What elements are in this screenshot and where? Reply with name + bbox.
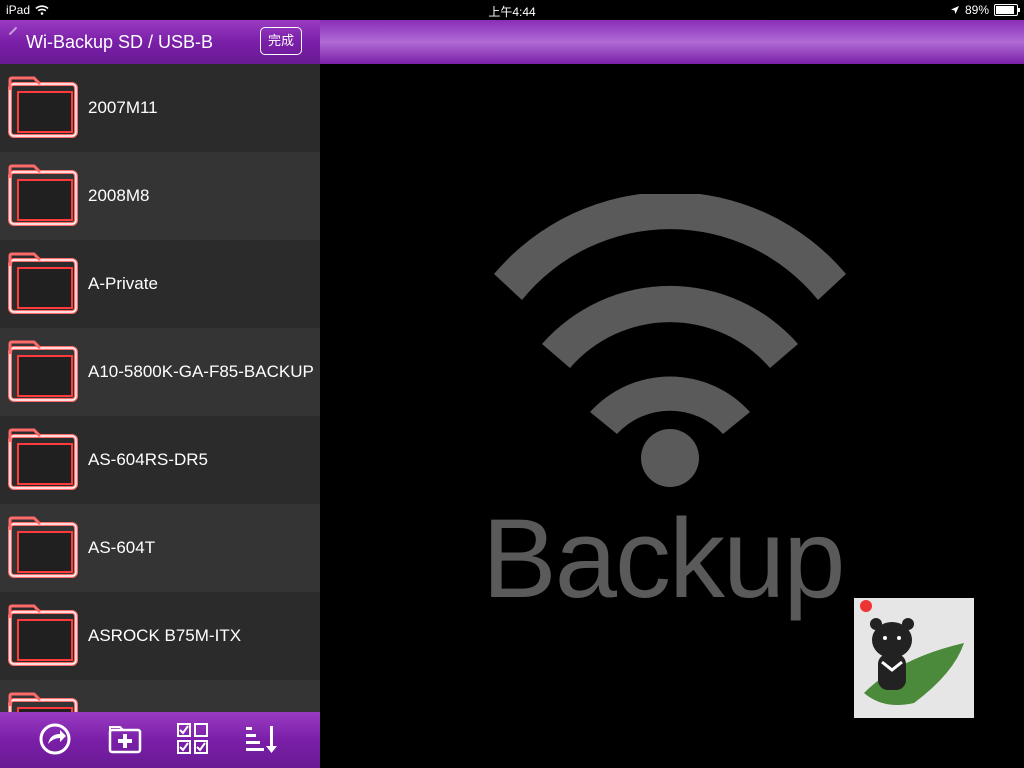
folder-icon — [8, 604, 78, 666]
sidebar-toolbar — [0, 712, 320, 768]
file-list: 2007M11 2008M8 A-Private A10-5800K-GA-F8… — [0, 64, 320, 712]
folder-icon — [8, 428, 78, 490]
file-item[interactable]: A-Private — [0, 240, 320, 328]
folder-icon — [8, 516, 78, 578]
file-name: ASROCK B75M-ITX — [88, 626, 242, 645]
sidebar-header: Wi-Backup SD / USB-B 完成 — [0, 20, 320, 64]
battery-percentage: 89% — [964, 3, 989, 17]
bear-watermark-icon — [854, 598, 974, 718]
folder-icon — [8, 692, 78, 712]
file-item[interactable]: A10-5800K-GA-F85-BACKUP — [0, 328, 320, 416]
file-name: A10-5800K-GA-F85-BACKUP — [88, 362, 314, 381]
done-button[interactable]: 完成 — [260, 27, 302, 55]
battery-fill — [996, 6, 1014, 14]
folder-icon — [8, 340, 78, 402]
multi-select-icon[interactable] — [176, 722, 210, 756]
content-area: Backup — [320, 64, 1024, 768]
sidebar-title: Wi-Backup SD / USB-B — [26, 32, 214, 52]
folder-icon — [8, 252, 78, 314]
status-right: 89% — [950, 3, 1020, 17]
location-arrow-icon — [950, 6, 959, 14]
edit-pencil-icon — [8, 26, 18, 36]
share-icon[interactable] — [38, 722, 72, 756]
file-name: 2007M11 — [88, 98, 158, 117]
sort-icon[interactable] — [244, 722, 278, 756]
status-bar: iPad 上午4:44 89% — [0, 0, 1024, 20]
file-item[interactable]: ASROCK B75M-ITX — [0, 592, 320, 680]
folder-icon — [8, 164, 78, 226]
folder-icon — [8, 76, 78, 138]
new-folder-icon[interactable] — [108, 722, 142, 756]
file-item[interactable]: 2007M11 — [0, 64, 320, 152]
file-item[interactable]: AS-604RS-DR5 — [0, 416, 320, 504]
file-name: AS-604T — [88, 538, 156, 557]
battery-icon — [994, 4, 1020, 16]
file-name: AS-604RS-DR5 — [88, 450, 208, 469]
file-item[interactable]: AS-604T — [0, 504, 320, 592]
status-time: 上午4:44 — [488, 5, 536, 19]
content-header-bar — [320, 20, 1024, 64]
file-name: 2008M8 — [88, 186, 150, 205]
sidebar: Wi-Backup SD / USB-B 完成 2007M11 2008M8 A… — [0, 20, 320, 768]
wifi-backup-logo-icon — [494, 194, 846, 487]
file-name: A-Private — [88, 274, 158, 293]
backup-logo-text: Backup — [482, 496, 846, 621]
file-item[interactable] — [0, 680, 320, 712]
file-item[interactable]: 2008M8 — [0, 152, 320, 240]
